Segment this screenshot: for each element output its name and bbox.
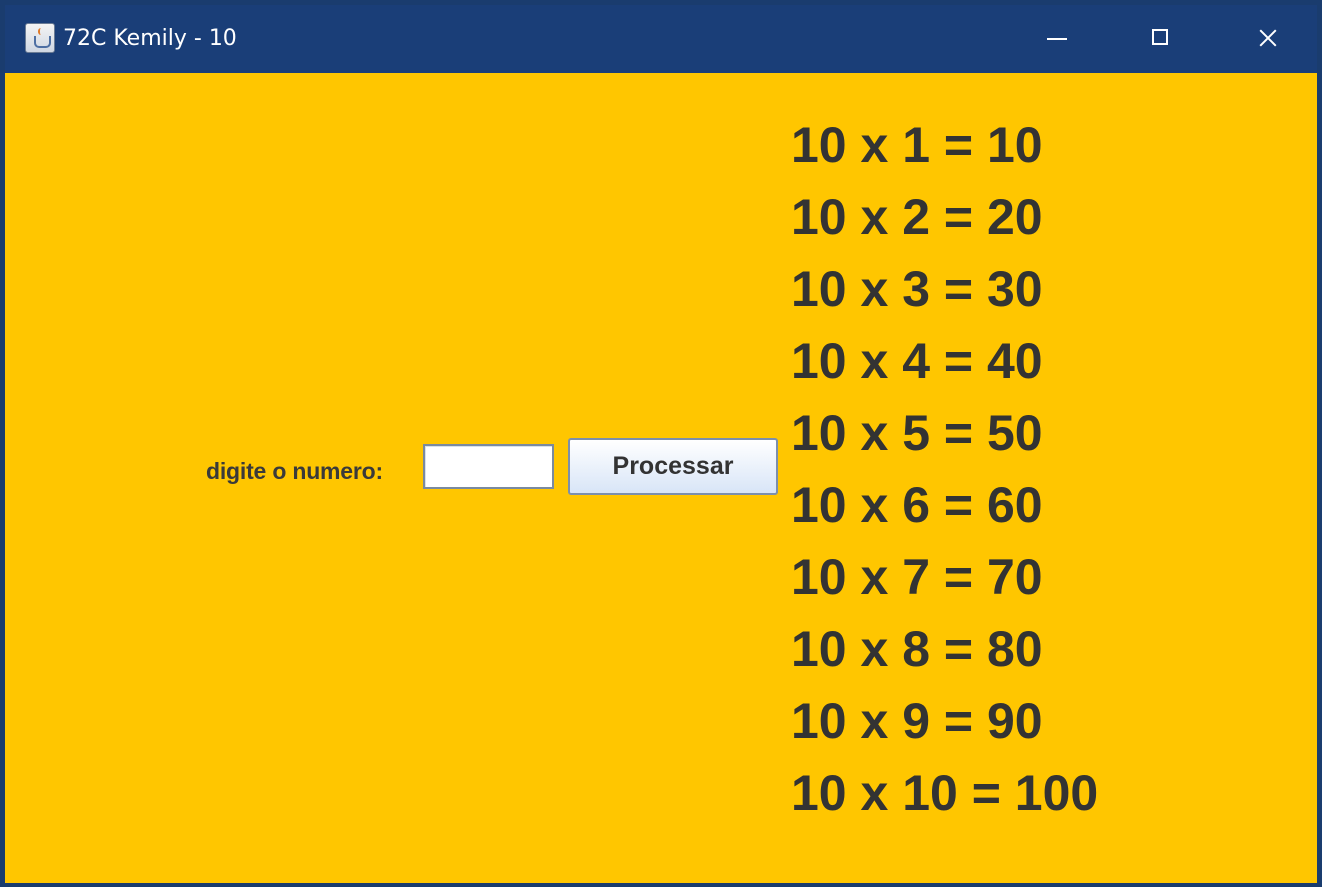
application-window: 72C Kemily - 10 digite o numero: Process… bbox=[4, 4, 1318, 884]
table-line-2: 10 x 2 = 20 bbox=[791, 189, 1043, 245]
table-line-8: 10 x 8 = 80 bbox=[791, 621, 1043, 677]
table-line-1: 10 x 1 = 10 bbox=[791, 117, 1043, 173]
minimize-button[interactable] bbox=[1005, 5, 1105, 73]
process-button[interactable]: Processar bbox=[568, 438, 778, 495]
title-bar[interactable]: 72C Kemily - 10 bbox=[5, 5, 1317, 73]
window-title: 72C Kemily - 10 bbox=[63, 26, 237, 51]
maximize-button[interactable] bbox=[1110, 5, 1210, 73]
main-panel: digite o numero: Processar 10 x 1 = 10 1… bbox=[5, 73, 1317, 883]
number-input[interactable] bbox=[423, 444, 554, 489]
table-line-9: 10 x 9 = 90 bbox=[791, 693, 1043, 749]
table-line-7: 10 x 7 = 70 bbox=[791, 549, 1043, 605]
java-app-icon[interactable] bbox=[25, 23, 55, 53]
close-button[interactable] bbox=[1215, 5, 1315, 73]
table-line-3: 10 x 3 = 30 bbox=[791, 261, 1043, 317]
table-line-5: 10 x 5 = 50 bbox=[791, 405, 1043, 461]
table-line-10: 10 x 10 = 100 bbox=[791, 765, 1099, 821]
table-line-6: 10 x 6 = 60 bbox=[791, 477, 1043, 533]
number-prompt-label: digite o numero: bbox=[206, 458, 383, 484]
table-line-4: 10 x 4 = 40 bbox=[791, 333, 1043, 389]
